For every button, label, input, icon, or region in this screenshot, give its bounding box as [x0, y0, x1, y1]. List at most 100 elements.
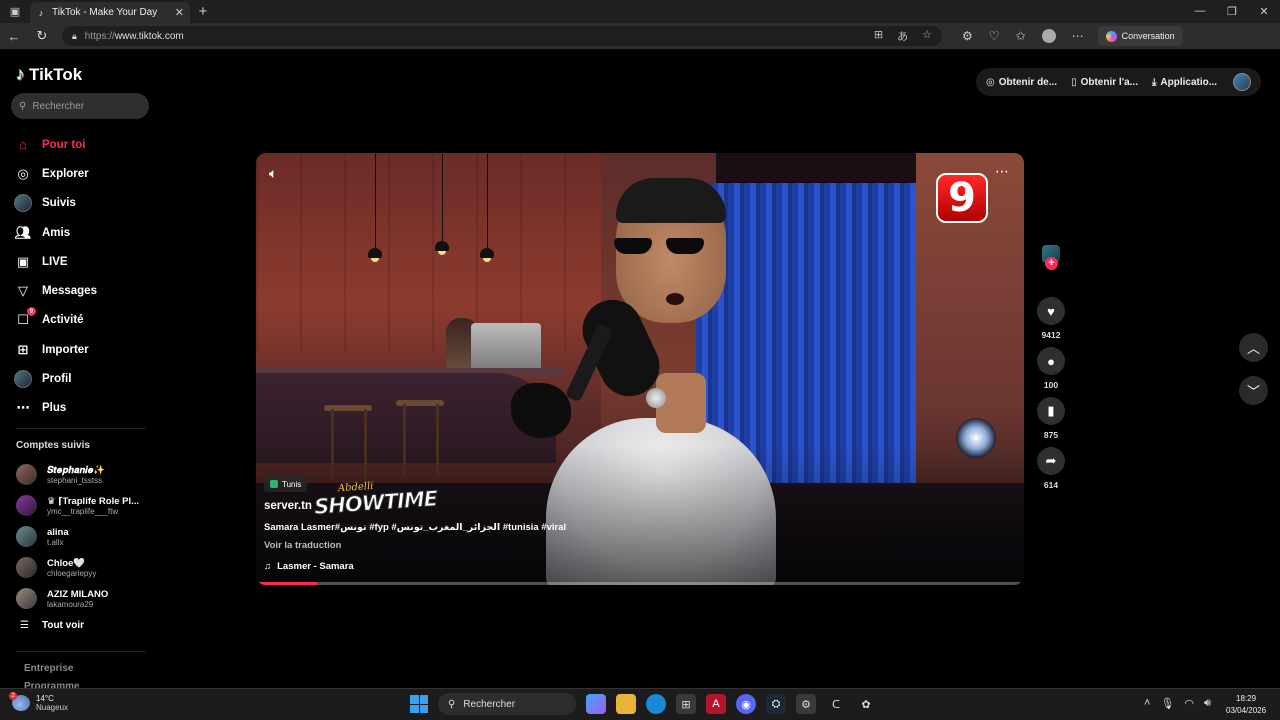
see-translation-link[interactable]: Voir la traduction	[264, 540, 341, 551]
account-name: ♛ ⌈Traplife Role Pl...	[47, 495, 140, 507]
sidebar-item-label: Importer	[42, 343, 89, 356]
avatar	[16, 464, 37, 485]
following-account[interactable]: alina t.allx	[16, 521, 151, 552]
share-button[interactable]: ➦	[1037, 447, 1065, 475]
url-field[interactable]: 🔒︎ https://www.tiktok.com ⊞ あ ☆	[62, 26, 942, 46]
video-author[interactable]: server.tn	[264, 500, 312, 512]
sidebar-item-messages[interactable]: ▽ Messages	[14, 276, 154, 305]
search-icon: ⚲	[448, 698, 456, 710]
follow-plus-icon[interactable]: +	[1045, 257, 1058, 270]
close-tab-icon[interactable]: ✕	[175, 6, 184, 19]
get-coins-button[interactable]: ◎ Obtenir de...	[986, 77, 1057, 88]
microphone-icon[interactable]: 🎙︎	[1160, 697, 1174, 710]
activity-badge: 9	[27, 307, 36, 317]
lock-icon[interactable]: 🔒︎	[72, 31, 77, 42]
like-button[interactable]: ♥	[1037, 297, 1065, 325]
browser-essentials-icon[interactable]: ♡	[989, 29, 1000, 43]
next-video-button[interactable]: ﹀	[1239, 376, 1268, 405]
sidebar-item-label: LIVE	[42, 255, 68, 268]
desktop-app-button[interactable]: ⤓ Applicatio...	[1152, 77, 1217, 88]
windows-start-icon[interactable]	[410, 695, 428, 713]
comment-button[interactable]: ●	[1037, 347, 1065, 375]
restore-icon[interactable]: ❐	[1216, 5, 1248, 18]
store-icon[interactable]: ⊞	[676, 694, 696, 714]
speaker-icon[interactable]: 🔊︎	[1204, 697, 1211, 710]
more-options-icon[interactable]: ⋯	[995, 163, 1010, 180]
sidebar-item-plus[interactable]: ⋯ Plus	[14, 394, 154, 423]
address-bar-row: ← ↻ 🔒︎ https://www.tiktok.com ⊞ あ ☆ ⚙ ♡ …	[0, 23, 1280, 49]
copilot-conversation-button[interactable]: Conversation	[1097, 26, 1183, 46]
sidebar-item-profil[interactable]: Profil	[14, 364, 154, 393]
following-account[interactable]: ♛ ⌈Traplife Role Pl... ymc__traplife___ft…	[16, 490, 151, 521]
phone-icon: ▯	[1071, 76, 1077, 88]
account-handle: stephani_tsstss	[47, 475, 103, 485]
file-explorer-icon[interactable]	[616, 694, 636, 714]
acrobat-icon[interactable]: A	[706, 694, 726, 714]
compass-icon: ◎	[17, 165, 29, 181]
upload-icon: ⊞	[17, 341, 29, 357]
sidebar-item-pour-toi[interactable]: ⌂ Pour toi	[14, 130, 154, 159]
avatar	[16, 557, 37, 578]
new-tab-button[interactable]: +	[190, 3, 216, 20]
get-app-button[interactable]: ▯ Obtenir l'a...	[1071, 77, 1138, 88]
volume-icon[interactable]: 🔈︎	[269, 165, 277, 182]
settings-more-icon[interactable]: ⋯	[1072, 29, 1084, 43]
taskbar-search[interactable]: ⚲ Rechercher	[438, 693, 576, 715]
settings-gear-icon[interactable]: ⚙	[796, 694, 816, 714]
back-icon[interactable]: ←	[0, 29, 28, 44]
heart-icon: ♥	[1047, 303, 1055, 319]
tiktok-logo[interactable]: ♪ TikTok	[16, 64, 82, 85]
get-app-label: Obtenir l'a...	[1080, 76, 1138, 88]
channel-logo: 9	[936, 173, 988, 223]
following-account[interactable]: 𝑺𝒕𝒆𝒑𝒉𝒂𝒏𝒊𝒆✨ stephani_tsstss	[16, 459, 151, 490]
avatar	[16, 526, 37, 547]
taskbar-search-label: Rechercher	[463, 698, 516, 710]
creator-avatar[interactable]: +	[1042, 245, 1060, 270]
sidebar-item-importer[interactable]: ⊞ Importer	[14, 335, 154, 364]
see-all-button[interactable]: ☰ Tout voir	[20, 620, 84, 631]
save-button[interactable]: ▮	[1037, 397, 1065, 425]
following-account[interactable]: AZIZ MILANO lakamoura29	[16, 583, 151, 614]
location-pin-icon	[270, 480, 278, 488]
chevron-up-icon[interactable]: ˄	[1144, 697, 1150, 710]
window-menu-icon[interactable]: ▣	[0, 0, 30, 23]
close-window-icon[interactable]: ✕	[1248, 5, 1280, 18]
video-player[interactable]: 🔈︎ 9 ⋯ Tunis server.tn Abdelli SHOWTIME …	[256, 153, 1024, 585]
chatgpt-icon[interactable]: ✿	[856, 694, 876, 714]
user-avatar[interactable]	[1233, 73, 1251, 91]
copilot-app-icon[interactable]	[586, 694, 606, 714]
app-c-icon[interactable]: ᑕ	[826, 694, 846, 714]
profile-avatar-icon[interactable]	[1041, 29, 1056, 43]
sidebar-item-explorer[interactable]: ◎ Explorer	[14, 159, 154, 188]
footer-link-entreprise[interactable]: Entreprise	[24, 663, 73, 674]
discord-icon[interactable]: ◉	[736, 694, 756, 714]
taskbar-clock[interactable]: 18:29 03/04/2026	[1226, 693, 1266, 717]
following-account[interactable]: Chloe🤍 chloegariepyy	[16, 552, 151, 583]
app-available-icon[interactable]: ⊞	[874, 28, 883, 44]
previous-video-button[interactable]: ︿	[1239, 333, 1268, 362]
search-input[interactable]: ⚲ Rechercher	[11, 93, 149, 119]
sidebar-item-suivis[interactable]: Suivis	[14, 189, 154, 218]
account-name: AZIZ MILANO	[47, 588, 109, 600]
sidebar-item-activite[interactable]: ☐ 9 Activité	[14, 306, 154, 335]
translate-icon[interactable]: あ	[897, 28, 908, 44]
sidebar-item-amis[interactable]: 👥︎ Amis	[14, 218, 154, 247]
browser-tab[interactable]: ♪ TikTok - Make Your Day ✕	[30, 2, 190, 23]
refresh-icon[interactable]: ↻	[28, 28, 56, 44]
video-caption: Samara Lasmer#تونس #fyp #الجزائر_المغرب_…	[264, 522, 567, 533]
profile-icon	[14, 370, 32, 389]
edge-browser-icon[interactable]	[646, 694, 666, 714]
account-name: alina	[47, 526, 69, 538]
extensions-icon[interactable]: ⚙	[962, 29, 973, 43]
steam-icon[interactable]: ⛭	[766, 694, 786, 714]
weather-widget[interactable]: 2 14°C Nuageux	[9, 692, 68, 712]
favorite-star-icon[interactable]: ☆	[922, 28, 932, 44]
location-badge[interactable]: Tunis	[264, 476, 308, 492]
favorites-icon[interactable]: ✩	[1016, 29, 1026, 43]
music-link[interactable]: ♫ Lasmer - Samara	[264, 561, 354, 572]
wifi-icon[interactable]: ◠	[1184, 697, 1194, 710]
minimize-icon[interactable]: —	[1184, 5, 1216, 18]
sidebar-item-live[interactable]: ▣ LIVE	[14, 247, 154, 276]
video-progress-bar[interactable]	[256, 582, 1024, 585]
list-icon: ☰	[20, 620, 29, 631]
